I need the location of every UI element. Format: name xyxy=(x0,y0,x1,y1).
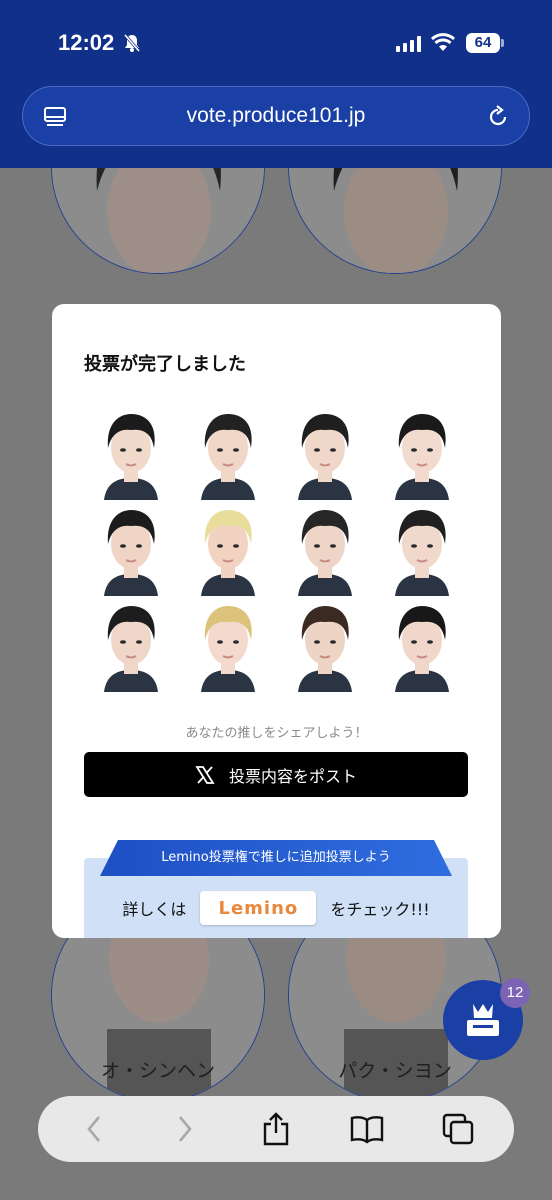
status-time: 12:02 xyxy=(58,30,115,55)
lemino-suffix: をチェック!!! xyxy=(330,900,430,919)
member-portrait xyxy=(387,508,457,596)
avatar xyxy=(51,168,265,274)
back-icon xyxy=(86,1116,100,1142)
wifi-icon xyxy=(430,33,456,51)
share-button[interactable] xyxy=(246,1104,306,1154)
voted-members-grid xyxy=(96,412,461,692)
crown-box-icon xyxy=(467,1004,499,1036)
battery-cap xyxy=(501,39,504,47)
avatar xyxy=(288,168,502,274)
member-portrait xyxy=(96,604,166,692)
x-logo-icon xyxy=(195,765,215,784)
member-portrait xyxy=(96,412,166,500)
member-portrait xyxy=(290,604,360,692)
forward-button[interactable] xyxy=(155,1104,215,1154)
share-prompt: あなたの推しをシェアしよう！ xyxy=(185,726,368,741)
share-icon xyxy=(263,1112,289,1146)
tabs-overview-icon xyxy=(443,1113,474,1145)
member-name: パク・シヨン xyxy=(338,1060,452,1082)
reload-icon[interactable] xyxy=(485,104,511,130)
member-portrait xyxy=(96,508,166,596)
member-portrait xyxy=(193,604,263,692)
url-text[interactable]: vote.produce101.jp xyxy=(23,104,529,128)
member-name: オ・シンヘン xyxy=(100,1060,215,1082)
lemino-logo[interactable]: Lemino xyxy=(200,891,317,925)
bookmarks-button[interactable] xyxy=(337,1104,397,1154)
member-portrait xyxy=(290,412,360,500)
member-portrait xyxy=(290,508,360,596)
post-button-label: 投票内容をポスト xyxy=(228,766,357,786)
member-portrait xyxy=(387,412,457,500)
vote-count-badge: 12 xyxy=(500,978,530,1008)
battery-indicator: 64 xyxy=(466,33,500,53)
modal-title: 投票が完了しました xyxy=(84,354,246,375)
lemino-prefix: 詳しくは xyxy=(122,900,187,919)
member-portrait xyxy=(193,412,263,500)
signal-icon xyxy=(396,36,421,52)
member-portrait xyxy=(193,508,263,596)
tabs-overview-button[interactable] xyxy=(428,1104,488,1154)
browser-bottom-toolbar xyxy=(38,1096,514,1162)
lemino-check-row[interactable]: 詳しくは Lemino をチェック!!! xyxy=(84,888,468,928)
lemino-banner-text: Lemino投票権で推しに追加投票しよう xyxy=(161,850,391,865)
browser-top-bar: 12:02 64 vote.produce101.jp xyxy=(0,0,552,168)
back-button[interactable] xyxy=(64,1104,124,1154)
vote-complete-modal: 投票が完了しました あなたの推しをシェアしよう！ 投票内容をポスト Lemino… xyxy=(52,304,501,938)
forward-icon xyxy=(178,1116,192,1142)
address-bar[interactable]: vote.produce101.jp xyxy=(22,86,530,146)
member-portrait xyxy=(387,604,457,692)
bell-slash-icon xyxy=(123,34,141,52)
post-to-x-button[interactable]: 投票内容をポスト xyxy=(84,752,468,797)
bookmarks-icon xyxy=(350,1116,384,1144)
